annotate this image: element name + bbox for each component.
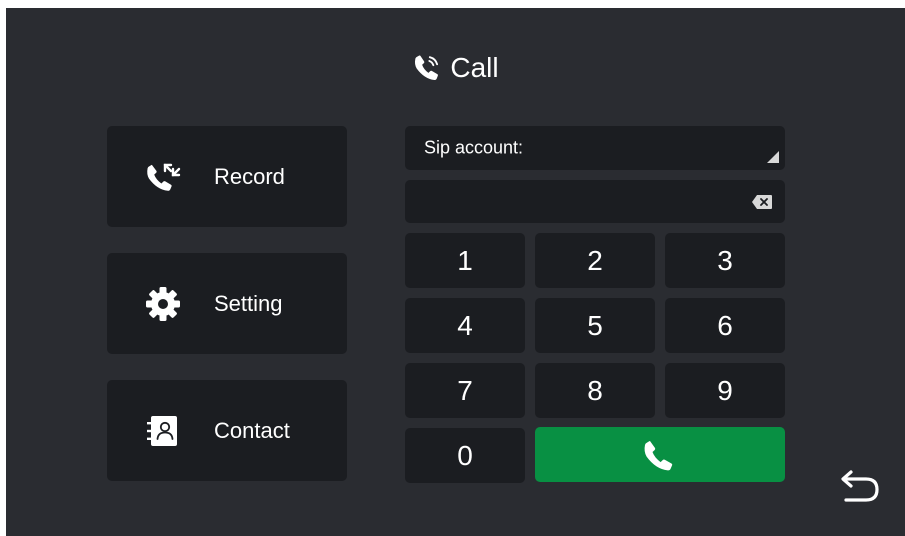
call-button[interactable] [535, 427, 785, 482]
setting-label: Setting [214, 290, 283, 316]
back-arrow-icon[interactable] [838, 466, 882, 506]
page-title: Call [6, 52, 905, 84]
record-label: Record [214, 163, 285, 189]
record-button[interactable]: Record [107, 126, 347, 227]
page-title-text: Call [450, 52, 499, 83]
contact-label: Contact [214, 417, 290, 443]
gear-icon [143, 284, 183, 324]
keypad-key-1[interactable]: 1 [405, 233, 525, 288]
sip-account-label: Sip account: [424, 137, 524, 158]
phone-icon [644, 440, 673, 470]
dropdown-triangle-icon [767, 151, 779, 163]
backspace-icon[interactable] [751, 194, 773, 210]
keypad-key-5[interactable]: 5 [535, 298, 655, 353]
keypad-key-2[interactable]: 2 [535, 233, 655, 288]
keypad-key-8[interactable]: 8 [535, 363, 655, 418]
phone-ringing-icon [415, 55, 439, 81]
keypad-key-7[interactable]: 7 [405, 363, 525, 418]
sip-account-select[interactable]: Sip account: [405, 126, 785, 170]
keypad-key-3[interactable]: 3 [665, 233, 785, 288]
keypad-key-9[interactable]: 9 [665, 363, 785, 418]
call-screen: Call Record Setting Contact Sip account:… [6, 8, 905, 536]
contact-book-icon [143, 411, 183, 451]
call-record-icon [143, 157, 183, 197]
setting-button[interactable]: Setting [107, 253, 347, 354]
number-input[interactable] [405, 180, 785, 223]
contact-button[interactable]: Contact [107, 380, 347, 481]
keypad-key-6[interactable]: 6 [665, 298, 785, 353]
keypad-key-0[interactable]: 0 [405, 428, 525, 483]
keypad-key-4[interactable]: 4 [405, 298, 525, 353]
